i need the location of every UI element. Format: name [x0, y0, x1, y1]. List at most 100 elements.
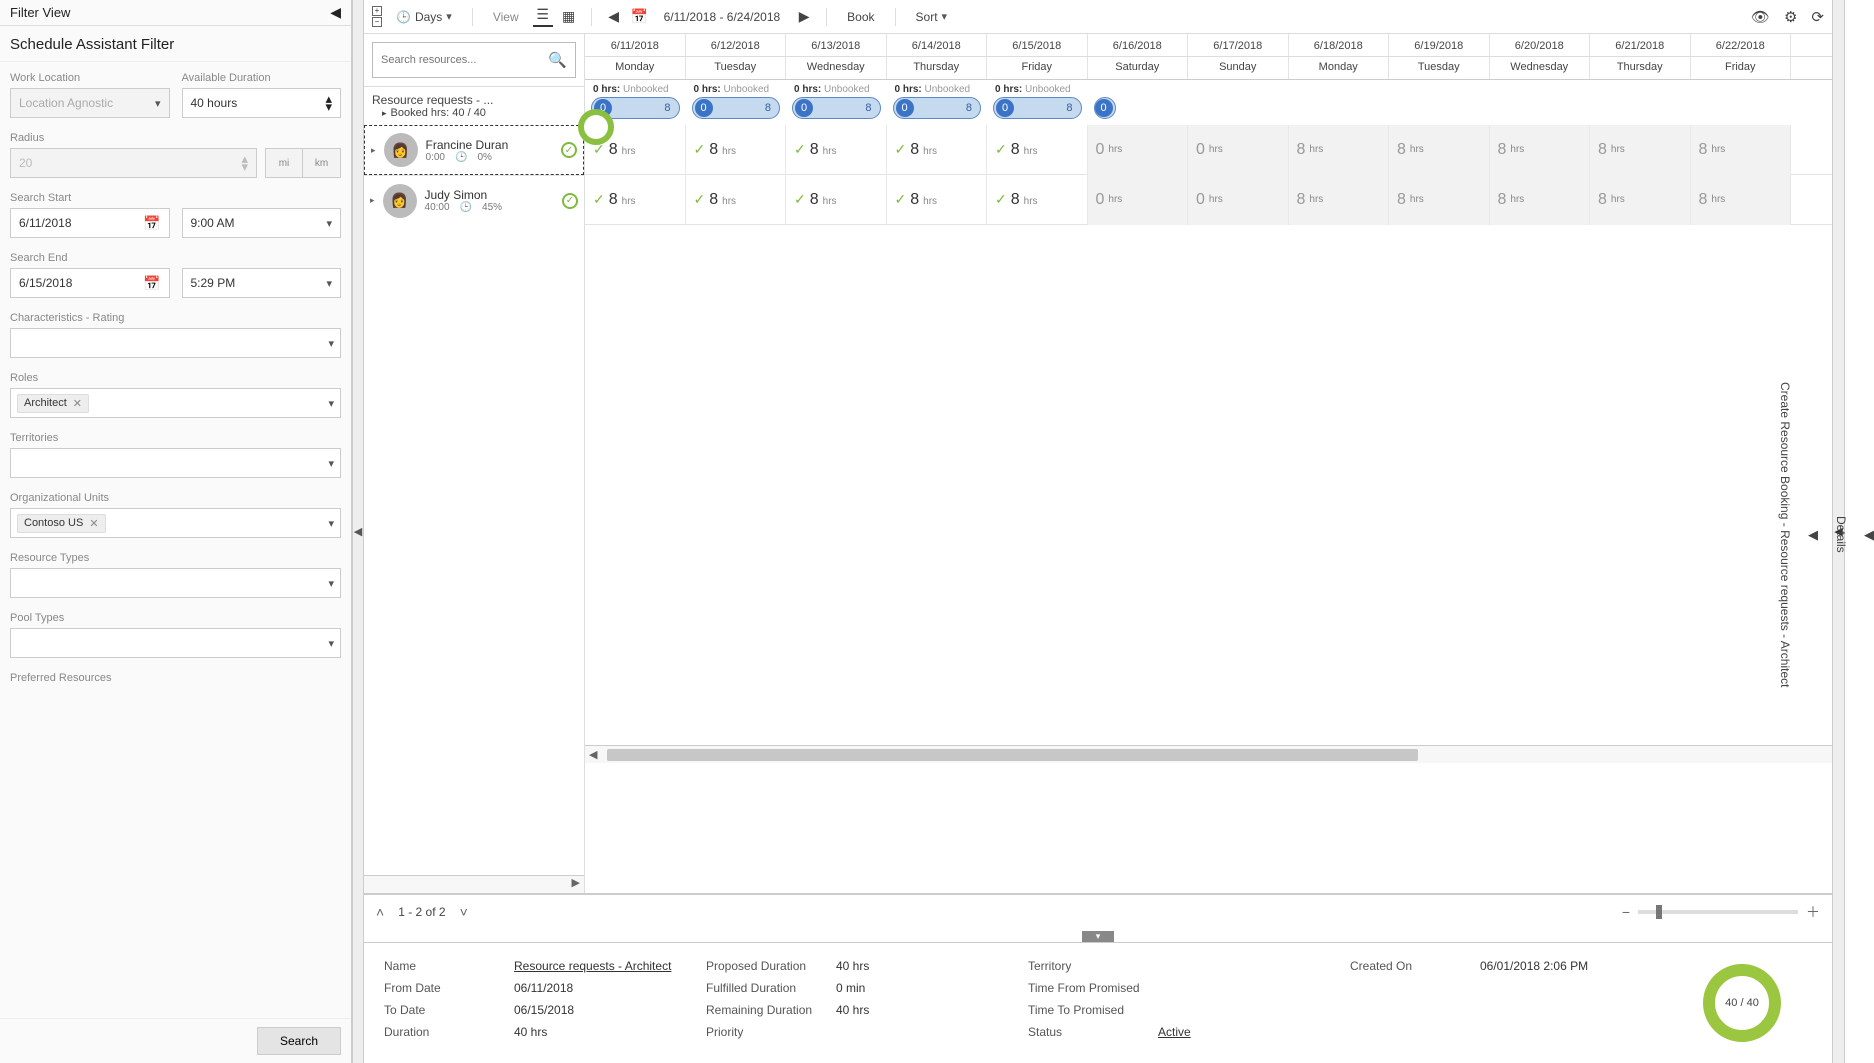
- timescale-picker[interactable]: 🕒 Days ▾: [388, 6, 460, 28]
- availability-cell[interactable]: ✓8hrs: [686, 125, 787, 175]
- search-resources-input[interactable]: 🔍: [372, 42, 576, 78]
- ttp-label: Time To Promised: [1028, 1003, 1158, 1017]
- characteristics-select[interactable]: ▾: [10, 328, 341, 358]
- availability-cell[interactable]: 8hrs: [1590, 125, 1691, 175]
- search-end-date[interactable]: 6/15/2018 📅: [10, 268, 170, 298]
- requirement-title[interactable]: Resource requests - ...: [364, 87, 584, 107]
- pill-cell[interactable]: 0: [1088, 97, 1189, 119]
- territories-select[interactable]: ▾: [10, 448, 341, 478]
- expand-collapse-group[interactable]: +−: [372, 6, 382, 27]
- clock-icon: 🕒: [460, 202, 472, 213]
- list-view-icon[interactable]: ☰: [533, 6, 553, 27]
- role-tag[interactable]: Architect✕: [17, 394, 89, 413]
- unit-km-button[interactable]: km: [303, 148, 341, 178]
- availability-cell[interactable]: ✓8hrs: [786, 125, 887, 175]
- details-tab[interactable]: Details: [1834, 516, 1848, 553]
- search-icon[interactable]: 🔍: [548, 51, 567, 69]
- unbooked-cell: 0 hrs: Unbooked: [987, 84, 1088, 95]
- pill-cell[interactable]: 08: [786, 97, 887, 119]
- zoom-out-icon[interactable]: −: [1622, 904, 1630, 920]
- status-value[interactable]: Active: [1158, 1025, 1191, 1039]
- territory-label: Territory: [1028, 959, 1158, 973]
- grid-view-icon[interactable]: ▦: [559, 8, 579, 25]
- availability-cell[interactable]: ✓8hrs: [585, 175, 686, 225]
- search-start-time[interactable]: 9:00 AM ▾: [182, 208, 342, 238]
- fulfilled-label: Fulfilled Duration: [706, 981, 836, 995]
- available-duration-select[interactable]: 40 hours ▴▾: [182, 88, 342, 118]
- roles-select[interactable]: Architect✕ ▾: [10, 388, 341, 418]
- resource-types-select[interactable]: ▾: [10, 568, 341, 598]
- calendar-icon[interactable]: 📅: [143, 215, 160, 232]
- availability-cell[interactable]: ✓8hrs: [887, 125, 988, 175]
- availability-cell[interactable]: 8hrs: [1389, 175, 1490, 225]
- availability-cell[interactable]: 0hrs: [1088, 175, 1189, 225]
- availability-cell[interactable]: 8hrs: [1590, 175, 1691, 225]
- org-units-select[interactable]: Contoso US✕ ▾: [10, 508, 341, 538]
- chevron-down-icon: ▾: [328, 517, 334, 530]
- expand-icon[interactable]: ▸: [370, 195, 375, 206]
- requirement-link[interactable]: Resource requests - Architect: [514, 959, 671, 973]
- created-label: Created On: [1350, 959, 1480, 973]
- horizontal-scrollbar[interactable]: ◀: [585, 745, 1832, 763]
- pill-cell[interactable]: 08: [987, 97, 1088, 119]
- availability-cell[interactable]: 0hrs: [1188, 175, 1289, 225]
- scroll-right-icon[interactable]: ▶: [572, 876, 580, 893]
- unit-mi-button[interactable]: mi: [265, 148, 303, 178]
- check-icon: ✓: [561, 142, 577, 158]
- org-unit-tag[interactable]: Contoso US✕: [17, 514, 106, 533]
- availability-cell[interactable]: ✓8hrs: [786, 175, 887, 225]
- resource-row[interactable]: ▸ 👩 Francine Duran 0:00🕒0% ✓: [364, 125, 584, 175]
- availability-cell[interactable]: 8hrs: [1691, 125, 1792, 175]
- available-duration-label: Available Duration: [182, 72, 342, 84]
- availability-cell[interactable]: 8hrs: [1490, 125, 1591, 175]
- date-range[interactable]: 6/11/2018 - 6/24/2018: [656, 6, 789, 28]
- next-range-icon[interactable]: ▶: [794, 8, 814, 25]
- created-value: 06/01/2018 2:06 PM: [1480, 959, 1588, 973]
- availability-cell[interactable]: 0hrs: [1188, 125, 1289, 175]
- sort-button[interactable]: Sort ▾: [908, 6, 956, 28]
- search-button[interactable]: Search: [257, 1027, 341, 1055]
- drag-handle[interactable]: ▾: [1082, 931, 1115, 942]
- availability-cell[interactable]: 8hrs: [1691, 175, 1792, 225]
- availability-cell[interactable]: 8hrs: [1289, 175, 1390, 225]
- collapse-filter-icon[interactable]: ◀: [330, 4, 341, 21]
- date-header: 6/12/2018: [686, 34, 787, 56]
- availability-cell[interactable]: ✓8hrs: [887, 175, 988, 225]
- calendar-icon[interactable]: 📅: [630, 8, 650, 25]
- spinner-icon[interactable]: ▴▾: [325, 95, 332, 111]
- refresh-icon[interactable]: ⟳: [1811, 8, 1824, 26]
- unbooked-cell: 0 hrs: Unbooked: [585, 84, 686, 95]
- availability-cell[interactable]: 8hrs: [1490, 175, 1591, 225]
- resource-row[interactable]: ▸ 👩 Judy Simon 40:00🕒45% ✓: [364, 175, 584, 225]
- pill-cell[interactable]: 08: [686, 97, 787, 119]
- search-resources-field[interactable]: [381, 54, 548, 66]
- date-header: 6/20/2018: [1490, 34, 1591, 56]
- search-start-date[interactable]: 6/11/2018 📅: [10, 208, 170, 238]
- pager-down-icon[interactable]: ˅: [460, 904, 468, 920]
- calendar-icon[interactable]: 📅: [143, 275, 160, 292]
- remove-tag-icon[interactable]: ✕: [89, 517, 98, 530]
- pill-cell[interactable]: 08: [887, 97, 988, 119]
- expand-icon[interactable]: ▸: [382, 108, 387, 119]
- zoom-in-icon[interactable]: ＋: [1806, 902, 1820, 922]
- search-end-time[interactable]: 5:29 PM ▾: [182, 268, 342, 298]
- book-button[interactable]: Book: [839, 6, 882, 28]
- collapse-left-handle[interactable]: ◀: [354, 525, 362, 538]
- gear-icon[interactable]: ⚙: [1784, 8, 1797, 26]
- availability-cell[interactable]: ✓8hrs: [987, 175, 1088, 225]
- availability-cell[interactable]: 0hrs: [1088, 125, 1189, 175]
- zoom-slider[interactable]: [1638, 910, 1798, 914]
- availability-cell[interactable]: 8hrs: [1389, 125, 1490, 175]
- pool-types-select[interactable]: ▾: [10, 628, 341, 658]
- availability-cell[interactable]: ✓8hrs: [686, 175, 787, 225]
- visibility-icon[interactable]: 👁: [1751, 8, 1770, 26]
- remove-tag-icon[interactable]: ✕: [73, 397, 82, 410]
- availability-cell[interactable]: 8hrs: [1289, 125, 1390, 175]
- close-details-icon[interactable]: ◀: [1864, 527, 1874, 543]
- pager-up-icon[interactable]: ˄: [376, 904, 384, 920]
- expand-icon[interactable]: ▸: [371, 145, 376, 156]
- work-location-select[interactable]: Location Agnostic ▾: [10, 88, 170, 118]
- availability-cell[interactable]: ✓8hrs: [987, 125, 1088, 175]
- spinner-icon: ▴▾: [241, 155, 248, 171]
- prev-range-icon[interactable]: ◀: [604, 8, 624, 25]
